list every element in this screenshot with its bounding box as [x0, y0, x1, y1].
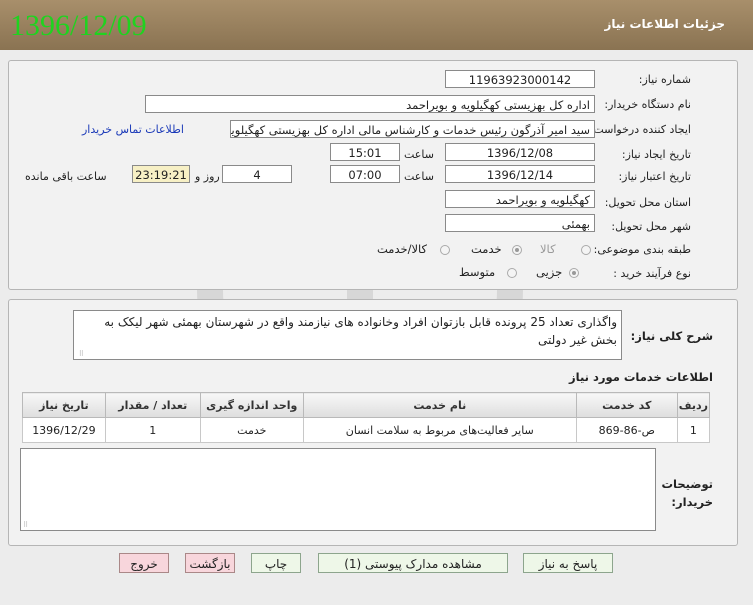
remaining-time-label: ساعت باقی مانده	[25, 170, 107, 183]
cell-row-number: 1	[676, 417, 711, 443]
exit-button[interactable]: خروج	[119, 553, 169, 573]
valid-date-label: تاریخ اعتبار نیاز:	[618, 170, 691, 183]
process-radio-minor[interactable]	[569, 268, 579, 278]
city-label: شهر محل تحویل:	[611, 220, 691, 233]
valid-time-label: ساعت	[404, 170, 434, 183]
requester-label: ایجاد کننده درخواست:	[589, 123, 691, 136]
col-need-date: تاریخ نیاز	[22, 392, 106, 418]
category-option-goods: کالا	[540, 242, 556, 256]
category-label: طبقه بندی موضوعی:	[593, 243, 691, 256]
description-label: شرح کلی نیاز:	[630, 329, 713, 343]
province-field: کهگیلویه و بویراحمد	[445, 190, 595, 208]
contact-info-link[interactable]: اطلاعات تماس خریدار	[82, 123, 184, 136]
category-radio-goods[interactable]	[581, 245, 591, 255]
need-number-label: شماره نیاز:	[638, 73, 691, 86]
need-number-field: 11963923000142	[445, 70, 595, 88]
header-bar: جزئیات اطلاعات نیاز 1396/12/09	[0, 0, 753, 50]
page-title: جزئیات اطلاعات نیاز	[604, 17, 725, 31]
col-unit: واحد اندازه گیری	[199, 392, 304, 418]
col-service-name: نام خدمت	[302, 392, 577, 418]
process-option-minor: جزیی	[536, 265, 563, 279]
cell-need-date: 1396/12/29	[22, 417, 106, 443]
city-field: بهمئی	[445, 214, 595, 232]
created-time-field: 15:01	[330, 143, 400, 161]
services-table: ردیف کد خدمت نام خدمت واحد اندازه گیری ت…	[22, 392, 711, 443]
days-label: روز و	[195, 170, 220, 183]
category-radio-service[interactable]	[512, 245, 522, 255]
reply-button[interactable]: پاسخ به نیاز	[523, 553, 613, 573]
attachments-button[interactable]: مشاهده مدارک پیوستی (1)	[318, 553, 508, 573]
table-row: 1 ص-86-869 سایر فعالیت‌های مربوط به سلام…	[22, 417, 711, 443]
buyer-org-field: اداره کل بهزیستی کهگیلویه و بویراحمد	[145, 95, 595, 113]
remaining-time-field: 23:19:21	[132, 165, 190, 183]
created-time-label: ساعت	[404, 148, 434, 161]
category-option-service: خدمت	[471, 242, 502, 256]
back-button[interactable]: بازگشت	[185, 553, 235, 573]
cell-quantity: 1	[104, 417, 201, 443]
resize-grip-icon[interactable]: ⠿	[23, 521, 31, 529]
table-header-row: ردیف کد خدمت نام خدمت واحد اندازه گیری ت…	[22, 392, 711, 418]
province-label: استان محل تحویل:	[604, 196, 691, 209]
date-stamp: 1396/12/09	[10, 9, 147, 42]
category-radio-goods-service[interactable]	[440, 245, 450, 255]
process-label: نوع فرآیند خرید :	[613, 267, 691, 280]
description-box: واگذاری تعداد 25 پرونده قابل بازتوان افر…	[73, 310, 622, 360]
col-row-number: ردیف	[676, 392, 711, 418]
buyer-notes-label-line2: خریدار:	[671, 495, 713, 509]
process-option-medium: متوسط	[459, 265, 496, 279]
buyer-notes-label: توضیحات خریدار:	[662, 475, 714, 511]
print-button[interactable]: چاپ	[251, 553, 301, 573]
created-date-label: تاریخ ایجاد نیاز:	[621, 148, 691, 161]
buyer-org-label: نام دستگاه خریدار:	[604, 98, 691, 111]
services-title: اطلاعات خدمات مورد نیاز	[569, 370, 713, 384]
category-option-goods-service: کالا/خدمت	[377, 242, 428, 256]
buyer-notes-box[interactable]: ⠿	[20, 448, 656, 531]
created-date-field: 1396/12/08	[445, 143, 595, 161]
valid-date-field: 1396/12/14	[445, 165, 595, 183]
cell-service-code: ص-86-869	[575, 417, 678, 443]
buyer-notes-label-line1: توضیحات	[661, 477, 714, 491]
resize-grip-icon[interactable]: ⠿	[76, 350, 84, 358]
process-radio-medium[interactable]	[507, 268, 517, 278]
cell-service-name: سایر فعالیت‌های مربوط به سلامت انسان	[302, 417, 577, 443]
col-service-code: کد خدمت	[575, 392, 678, 418]
requester-field: سید امیر آذرگون رئیس خدمات و کارشناس مال…	[230, 120, 595, 138]
description-text: واگذاری تعداد 25 پرونده قابل بازتوان افر…	[104, 315, 617, 347]
col-quantity: تعداد / مقدار	[104, 392, 201, 418]
valid-time-field: 07:00	[330, 165, 400, 183]
cell-unit: خدمت	[199, 417, 304, 443]
days-remaining-field: 4	[222, 165, 292, 183]
